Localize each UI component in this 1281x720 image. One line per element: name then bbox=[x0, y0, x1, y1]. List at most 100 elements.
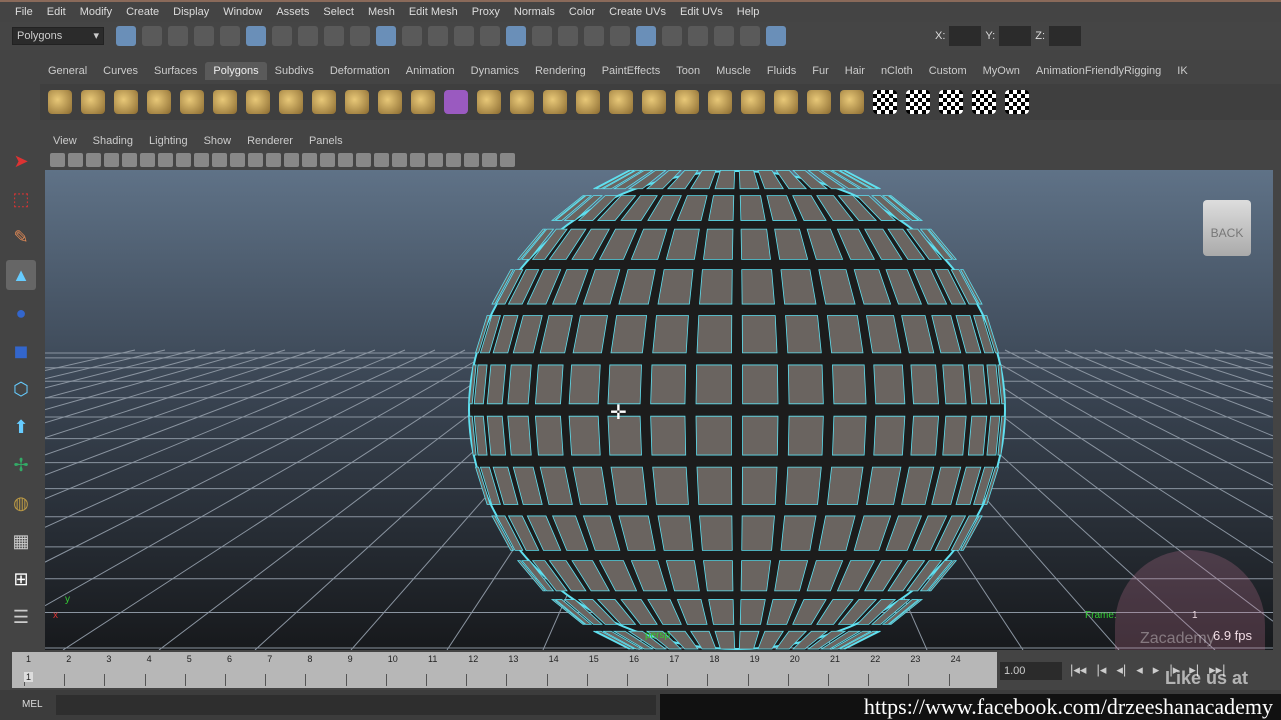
panel-tool-icon[interactable] bbox=[212, 153, 227, 167]
lasso-tool-icon[interactable]: ⬚ bbox=[6, 184, 36, 214]
shelf-tool-icon[interactable] bbox=[609, 90, 633, 114]
panel-tool-icon[interactable] bbox=[356, 153, 371, 167]
command-input[interactable] bbox=[56, 695, 656, 715]
status-tool-icon[interactable] bbox=[714, 26, 734, 46]
status-tool-icon[interactable] bbox=[142, 26, 162, 46]
shelf-tab-subdivs[interactable]: Subdivs bbox=[267, 62, 322, 80]
shelf-tool-icon[interactable] bbox=[906, 90, 930, 114]
scale-tool-icon[interactable]: ◼ bbox=[6, 336, 36, 366]
panel-tool-icon[interactable] bbox=[248, 153, 263, 167]
status-tool-icon[interactable] bbox=[454, 26, 474, 46]
shelf-tab-custom[interactable]: Custom bbox=[921, 62, 975, 80]
outliner-icon[interactable]: ☰ bbox=[6, 602, 36, 632]
status-tool-icon[interactable] bbox=[636, 26, 656, 46]
status-tool-icon[interactable] bbox=[688, 26, 708, 46]
shelf-tab-painteffects[interactable]: PaintEffects bbox=[594, 62, 669, 80]
shelf-tool-icon[interactable] bbox=[213, 90, 237, 114]
shelf-tab-animation[interactable]: Animation bbox=[398, 62, 463, 80]
shelf-tool-icon[interactable] bbox=[873, 90, 897, 114]
shelf-tool-icon[interactable] bbox=[378, 90, 402, 114]
shelf-tab-muscle[interactable]: Muscle bbox=[708, 62, 759, 80]
shelf-tool-icon[interactable] bbox=[675, 90, 699, 114]
shelf-tab-hair[interactable]: Hair bbox=[837, 62, 873, 80]
panel-tool-icon[interactable] bbox=[230, 153, 245, 167]
rotate-tool-icon[interactable]: ● bbox=[6, 298, 36, 328]
shelf-tool-icon[interactable] bbox=[312, 90, 336, 114]
shelf-tool-icon[interactable] bbox=[972, 90, 996, 114]
shelf-tool-icon[interactable] bbox=[81, 90, 105, 114]
four-view-icon[interactable]: ⊞ bbox=[6, 564, 36, 594]
menu-mesh[interactable]: Mesh bbox=[361, 6, 402, 18]
viewport-persp[interactable]: BACK Frame: 1 6.9 fps persp y x ✛ bbox=[45, 170, 1273, 650]
shelf-tool-icon[interactable] bbox=[510, 90, 534, 114]
panel-tool-icon[interactable] bbox=[176, 153, 191, 167]
z-field[interactable] bbox=[1049, 26, 1081, 46]
menu-window[interactable]: Window bbox=[216, 6, 269, 18]
step-back-frame-icon[interactable]: ◂| bbox=[1116, 662, 1126, 678]
shelf-tool-icon[interactable] bbox=[147, 90, 171, 114]
shelf-tool-icon[interactable] bbox=[411, 90, 435, 114]
status-tool-icon[interactable] bbox=[116, 26, 136, 46]
status-tool-icon[interactable] bbox=[428, 26, 448, 46]
shelf-tool-icon[interactable] bbox=[576, 90, 600, 114]
select-tool-icon[interactable]: ➤ bbox=[6, 146, 36, 176]
menu-select[interactable]: Select bbox=[316, 6, 361, 18]
status-tool-icon[interactable] bbox=[584, 26, 604, 46]
x-field[interactable] bbox=[949, 26, 982, 46]
panel-tool-icon[interactable] bbox=[500, 153, 515, 167]
menu-display[interactable]: Display bbox=[166, 6, 216, 18]
status-tool-icon[interactable] bbox=[194, 26, 214, 46]
status-tool-icon[interactable] bbox=[402, 26, 422, 46]
status-tool-icon[interactable] bbox=[610, 26, 630, 46]
status-tool-icon[interactable] bbox=[558, 26, 578, 46]
status-tool-icon[interactable] bbox=[220, 26, 240, 46]
panel-tool-icon[interactable] bbox=[158, 153, 173, 167]
panel-tool-icon[interactable] bbox=[464, 153, 479, 167]
play-backward-icon[interactable]: ◂ bbox=[1136, 662, 1143, 678]
panel-tool-icon[interactable] bbox=[284, 153, 299, 167]
shelf-tool-icon[interactable] bbox=[774, 90, 798, 114]
shelf-tab-toon[interactable]: Toon bbox=[668, 62, 708, 80]
shelf-tool-icon[interactable] bbox=[48, 90, 72, 114]
shelf-tool-icon[interactable] bbox=[939, 90, 963, 114]
shelf-tool-icon[interactable] bbox=[345, 90, 369, 114]
shelf-tool-icon[interactable] bbox=[708, 90, 732, 114]
shelf-tool-icon[interactable] bbox=[246, 90, 270, 114]
panel-tool-icon[interactable] bbox=[410, 153, 425, 167]
panel-tool-icon[interactable] bbox=[140, 153, 155, 167]
shelf-tab-deformation[interactable]: Deformation bbox=[322, 62, 398, 80]
menu-assets[interactable]: Assets bbox=[269, 6, 316, 18]
status-tool-icon[interactable] bbox=[766, 26, 786, 46]
shelf-tab-ncloth[interactable]: nCloth bbox=[873, 62, 921, 80]
menu-proxy[interactable]: Proxy bbox=[465, 6, 507, 18]
shelf-tool-icon[interactable] bbox=[279, 90, 303, 114]
panel-menu-panels[interactable]: Panels bbox=[301, 135, 351, 147]
panel-menu-show[interactable]: Show bbox=[196, 135, 240, 147]
menu-edit-uvs[interactable]: Edit UVs bbox=[673, 6, 730, 18]
shelf-tool-icon[interactable] bbox=[543, 90, 567, 114]
panel-tool-icon[interactable] bbox=[194, 153, 209, 167]
shelf-tab-general[interactable]: General bbox=[40, 62, 95, 80]
shelf-tool-icon[interactable] bbox=[444, 90, 468, 114]
panel-tool-icon[interactable] bbox=[68, 153, 83, 167]
shelf-tab-ik[interactable]: IK bbox=[1169, 62, 1195, 80]
menu-create[interactable]: Create bbox=[119, 6, 166, 18]
panel-tool-icon[interactable] bbox=[338, 153, 353, 167]
status-tool-icon[interactable] bbox=[168, 26, 188, 46]
shelf-tab-surfaces[interactable]: Surfaces bbox=[146, 62, 205, 80]
panel-tool-icon[interactable] bbox=[122, 153, 137, 167]
last-tool-icon[interactable]: ✢ bbox=[6, 450, 36, 480]
status-tool-icon[interactable] bbox=[272, 26, 292, 46]
panel-tool-icon[interactable] bbox=[374, 153, 389, 167]
manipulator-icon[interactable]: ⬡ bbox=[6, 374, 36, 404]
shelf-tab-curves[interactable]: Curves bbox=[95, 62, 146, 80]
menu-modify[interactable]: Modify bbox=[73, 6, 119, 18]
shelf-tool-icon[interactable] bbox=[180, 90, 204, 114]
menu-edit-mesh[interactable]: Edit Mesh bbox=[402, 6, 465, 18]
panel-tool-icon[interactable] bbox=[446, 153, 461, 167]
status-tool-icon[interactable] bbox=[506, 26, 526, 46]
current-frame-marker[interactable]: 1 bbox=[24, 672, 34, 682]
status-tool-icon[interactable] bbox=[324, 26, 344, 46]
single-view-icon[interactable]: ▦ bbox=[6, 526, 36, 556]
panel-tool-icon[interactable] bbox=[50, 153, 65, 167]
